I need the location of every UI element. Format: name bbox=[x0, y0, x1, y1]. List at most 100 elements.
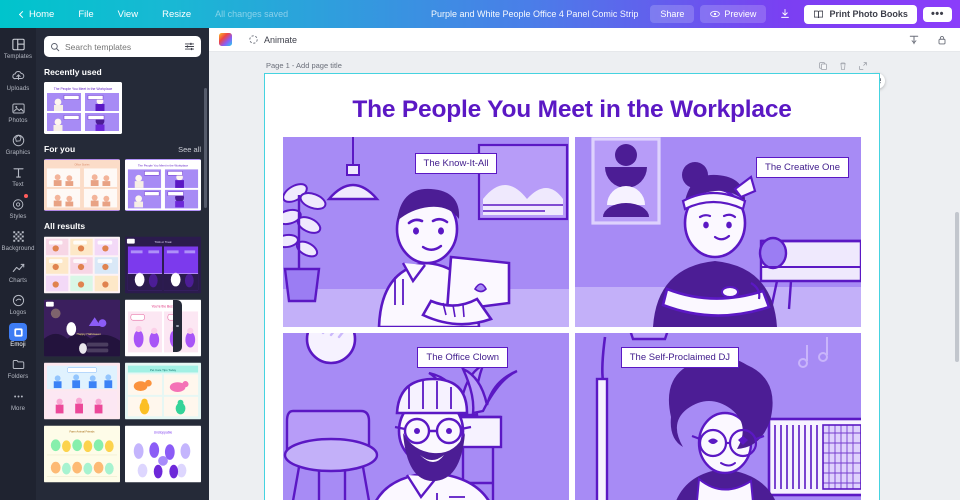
canvas-scrollbar-thumb[interactable] bbox=[955, 212, 959, 362]
panel-tag[interactable]: The Know-It-All bbox=[414, 153, 498, 174]
print-photo-books-button[interactable]: Print Photo Books bbox=[804, 4, 917, 24]
sidebar-label-charts: Charts bbox=[8, 278, 28, 284]
sidebar-rail: Templates Uploads Photos Graphics Text S… bbox=[0, 28, 36, 500]
svg-text:Farm Animal Friends: Farm Animal Friends bbox=[69, 430, 95, 434]
book-icon bbox=[814, 10, 824, 18]
home-button[interactable]: Home bbox=[8, 5, 66, 24]
panel-tag[interactable]: The Self-Proclaimed DJ bbox=[620, 347, 740, 368]
panel-scrollbar-thumb[interactable] bbox=[204, 88, 207, 208]
template-thumbnail[interactable]: The People You Meet in the Workplace bbox=[125, 159, 201, 211]
template-thumbnail[interactable]: Office Stories bbox=[44, 159, 120, 211]
panel-tag[interactable]: The Creative One bbox=[756, 157, 849, 178]
sidebar-label-background: Background bbox=[1, 246, 35, 252]
download-button[interactable] bbox=[772, 5, 798, 23]
file-menu[interactable]: File bbox=[66, 5, 105, 24]
template-thumbnail[interactable] bbox=[44, 362, 120, 420]
for-you-heading: For you See all bbox=[36, 134, 209, 159]
search-box[interactable] bbox=[44, 36, 201, 57]
filter-icon[interactable] bbox=[184, 41, 195, 52]
position-icon bbox=[909, 35, 919, 44]
sidebar-label-more: More bbox=[10, 406, 26, 412]
comic-panel[interactable]: The Know-It-All bbox=[283, 137, 569, 327]
sidebar-label-photos: Photos bbox=[8, 118, 28, 124]
svg-text:The People You Meet in the Wor: The People You Meet in the Workplace bbox=[138, 163, 189, 167]
print-photo-books-label: Print Photo Books bbox=[829, 9, 908, 19]
template-thumbnail[interactable]: Pet Care Tips Today bbox=[125, 362, 201, 420]
svg-text:Office Stories: Office Stories bbox=[74, 164, 90, 167]
sidebar-item-background[interactable]: Background bbox=[0, 223, 36, 255]
template-thumbnail[interactable]: Happy Halloween bbox=[44, 299, 120, 357]
svg-text:Happy Halloween: Happy Halloween bbox=[77, 332, 102, 336]
folders-icon bbox=[9, 355, 27, 373]
sidebar-item-folders[interactable]: Folders bbox=[0, 351, 36, 383]
see-all-link[interactable]: See all bbox=[178, 145, 201, 154]
template-thumbnail[interactable]: The People You Meet in the Workplace bbox=[44, 82, 122, 134]
sidebar-item-charts[interactable]: Charts bbox=[0, 255, 36, 287]
sidebar-label-styles: Styles bbox=[9, 214, 27, 220]
search-icon bbox=[51, 42, 60, 51]
sidebar-item-graphics[interactable]: Graphics bbox=[0, 127, 36, 159]
panel-collapse-handle[interactable] bbox=[173, 300, 182, 352]
canvas-scrollbar[interactable] bbox=[955, 52, 960, 500]
template-thumbnail[interactable]: Unstoppable bbox=[125, 425, 201, 483]
svg-text:You're the Best!: You're the Best! bbox=[151, 305, 174, 309]
download-icon bbox=[781, 9, 790, 18]
document-title[interactable]: Purple and White People Office 4 Panel C… bbox=[431, 9, 638, 19]
preview-label: Preview bbox=[724, 9, 757, 19]
color-swatch-button[interactable] bbox=[219, 33, 232, 46]
more-icon bbox=[9, 387, 27, 405]
charts-icon bbox=[9, 259, 27, 277]
share-button[interactable]: Share bbox=[650, 5, 695, 23]
search-input[interactable] bbox=[65, 41, 179, 52]
for-you-row: Office Stories The People You Meet in th… bbox=[36, 159, 209, 211]
lock-icon bbox=[938, 35, 946, 44]
canvas-area[interactable]: Page 1 - Add page title The People You M… bbox=[209, 52, 960, 500]
animate-icon bbox=[249, 35, 258, 44]
sidebar-label-text: Text bbox=[12, 182, 24, 188]
top-bar-left-group: Home File View Resize All changes saved bbox=[0, 5, 300, 24]
animate-button[interactable]: Animate bbox=[242, 31, 303, 48]
comic-panel[interactable]: The Office Clown bbox=[283, 333, 569, 500]
comic-panel[interactable]: The Creative One bbox=[575, 137, 861, 327]
sidebar-label-templates: Templates bbox=[3, 54, 33, 60]
design-page[interactable]: The People You Meet in the Workplace The… bbox=[264, 73, 880, 500]
sidebar-item-text[interactable]: Text bbox=[0, 159, 36, 191]
expand-icon bbox=[859, 62, 867, 70]
comic-panel[interactable]: The Self-Proclaimed DJ bbox=[575, 333, 861, 500]
page-title-field[interactable]: Page 1 - Add page title bbox=[266, 61, 342, 70]
position-button[interactable] bbox=[906, 32, 922, 48]
comic-panels-grid: The Know-It-All The Creative One The Off… bbox=[265, 124, 879, 500]
preview-button[interactable]: Preview bbox=[700, 5, 767, 23]
template-thumbnail[interactable]: Farm Animal Friends bbox=[44, 425, 120, 483]
view-menu[interactable]: View bbox=[106, 5, 150, 24]
recently-used-row: The People You Meet in the Workplace bbox=[36, 82, 209, 134]
panel-tag[interactable]: The Office Clown bbox=[417, 347, 509, 368]
lock-button[interactable] bbox=[934, 32, 950, 48]
duplicate-icon bbox=[819, 62, 827, 71]
all-results-heading: All results bbox=[36, 211, 209, 236]
for-you-label: For you bbox=[44, 144, 76, 154]
sidebar-item-more[interactable]: More bbox=[0, 383, 36, 415]
sidebar-item-uploads[interactable]: Uploads bbox=[0, 63, 36, 95]
background-icon bbox=[9, 227, 27, 245]
uploads-icon bbox=[9, 67, 27, 85]
template-thumbnail[interactable] bbox=[44, 236, 120, 294]
top-bar: Home File View Resize All changes saved … bbox=[0, 0, 960, 28]
more-options-button[interactable]: ••• bbox=[922, 6, 952, 22]
resize-button[interactable]: Resize bbox=[150, 5, 203, 24]
sidebar-item-photos[interactable]: Photos bbox=[0, 95, 36, 127]
sidebar-item-styles[interactable]: Styles bbox=[0, 191, 36, 223]
all-results-label: All results bbox=[44, 221, 86, 231]
sidebar-item-emoji[interactable]: Emoji bbox=[0, 319, 36, 351]
svg-text:The People You Meet in the Wor: The People You Meet in the Workplace bbox=[54, 87, 113, 91]
sidebar-label-logos: Logos bbox=[9, 310, 27, 316]
sidebar-item-templates[interactable]: Templates bbox=[0, 31, 36, 63]
sidebar-item-logos[interactable]: Logos bbox=[0, 287, 36, 319]
recently-used-heading: Recently used bbox=[36, 57, 209, 82]
emoji-icon bbox=[9, 323, 27, 341]
template-thumbnail[interactable]: You're the Best! bbox=[125, 299, 201, 357]
logos-icon bbox=[9, 291, 27, 309]
design-title-text[interactable]: The People You Meet in the Workplace bbox=[265, 74, 879, 124]
templates-panel: Recently used The People You Meet in the… bbox=[36, 28, 209, 500]
template-thumbnail[interactable]: Trick or Treat bbox=[125, 236, 201, 294]
